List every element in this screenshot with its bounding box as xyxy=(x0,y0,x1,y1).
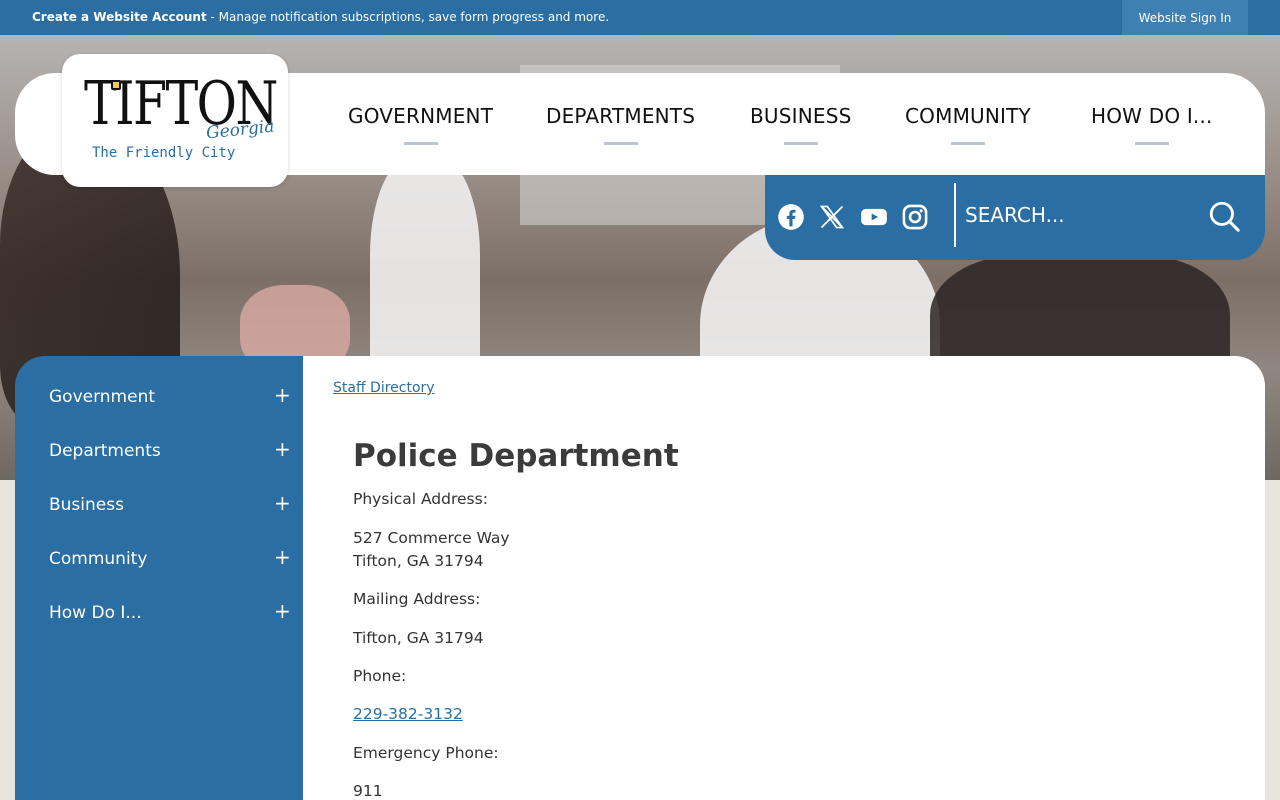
lamp-post-icon xyxy=(111,80,121,90)
expand-plus-icon[interactable]: + xyxy=(274,491,291,515)
sidebar-item-label: Community xyxy=(49,549,148,569)
create-account-link[interactable]: Create a Website Account xyxy=(32,10,207,24)
sidebar-nav: Government + Departments + Business + Co… xyxy=(15,356,303,800)
account-notice: Create a Website Account - Manage notifi… xyxy=(32,10,609,24)
main-content: Staff Directory Police Department Physic… xyxy=(303,356,1265,800)
expand-plus-icon[interactable]: + xyxy=(274,383,291,407)
nav-business[interactable]: BUSINESS xyxy=(750,104,852,145)
expand-plus-icon[interactable]: + xyxy=(274,437,291,461)
account-notice-text: - Manage notification subscriptions, sav… xyxy=(206,10,610,24)
sidebar-item-community[interactable]: Community + xyxy=(15,533,303,587)
sidebar-item-label: How Do I... xyxy=(49,603,142,623)
nav-underline xyxy=(783,142,818,145)
search-divider xyxy=(954,183,956,247)
instagram-icon[interactable] xyxy=(901,203,929,231)
nav-underline xyxy=(403,142,438,145)
phone-label: Phone: xyxy=(353,667,407,685)
social-search-bar xyxy=(765,175,1265,260)
sidebar-item-how-do-i[interactable]: How Do I... + xyxy=(15,587,303,641)
youtube-icon[interactable] xyxy=(860,203,888,231)
website-sign-in-button[interactable]: Website Sign In xyxy=(1122,0,1248,35)
expand-plus-icon[interactable]: + xyxy=(274,599,291,623)
physical-address-line2: Tifton, GA 31794 xyxy=(353,552,484,570)
sidebar-item-business[interactable]: Business + xyxy=(15,479,303,533)
nav-departments-label: DEPARTMENTS xyxy=(546,104,696,128)
facebook-icon[interactable] xyxy=(777,203,805,231)
nav-underline xyxy=(950,142,985,145)
nav-community-label: COMMUNITY xyxy=(905,104,1031,128)
sidebar-item-government[interactable]: Government + xyxy=(15,371,303,425)
nav-community[interactable]: COMMUNITY xyxy=(905,104,1031,145)
nav-government-label: GOVERNMENT xyxy=(348,104,494,128)
sidebar-item-label: Business xyxy=(49,495,124,515)
top-notification-bar: Create a Website Account - Manage notifi… xyxy=(0,0,1280,35)
page-title: Police Department xyxy=(353,438,679,474)
mailing-address-label: Mailing Address: xyxy=(353,590,481,608)
physical-address-label: Physical Address: xyxy=(353,490,488,508)
search-icon[interactable] xyxy=(1207,199,1241,233)
sidebar-item-departments[interactable]: Departments + xyxy=(15,425,303,479)
nav-how-do-i[interactable]: HOW DO I... xyxy=(1091,104,1213,145)
phone-link[interactable]: 229-382-3132 xyxy=(353,705,463,723)
logo-tagline: The Friendly City xyxy=(92,145,236,161)
nav-departments[interactable]: DEPARTMENTS xyxy=(546,104,696,145)
nav-how-do-i-label: HOW DO I... xyxy=(1091,104,1213,128)
sidebar-item-label: Government xyxy=(49,387,156,407)
nav-underline xyxy=(603,142,638,145)
sidebar-item-label: Departments xyxy=(49,441,161,461)
physical-address-line1: 527 Commerce Way xyxy=(353,529,510,547)
x-icon[interactable] xyxy=(818,203,846,231)
site-logo[interactable]: TIFTON Georgia The Friendly City xyxy=(62,54,288,187)
nav-business-label: BUSINESS xyxy=(750,104,852,128)
nav-government[interactable]: GOVERNMENT xyxy=(348,104,494,145)
emergency-phone-value: 911 xyxy=(353,782,383,800)
emergency-phone-label: Emergency Phone: xyxy=(353,744,499,762)
mailing-address-line1: Tifton, GA 31794 xyxy=(353,629,484,647)
search-input[interactable] xyxy=(965,195,1185,235)
nav-underline xyxy=(1134,142,1169,145)
breadcrumb-staff-directory[interactable]: Staff Directory xyxy=(333,380,435,396)
expand-plus-icon[interactable]: + xyxy=(274,545,291,569)
